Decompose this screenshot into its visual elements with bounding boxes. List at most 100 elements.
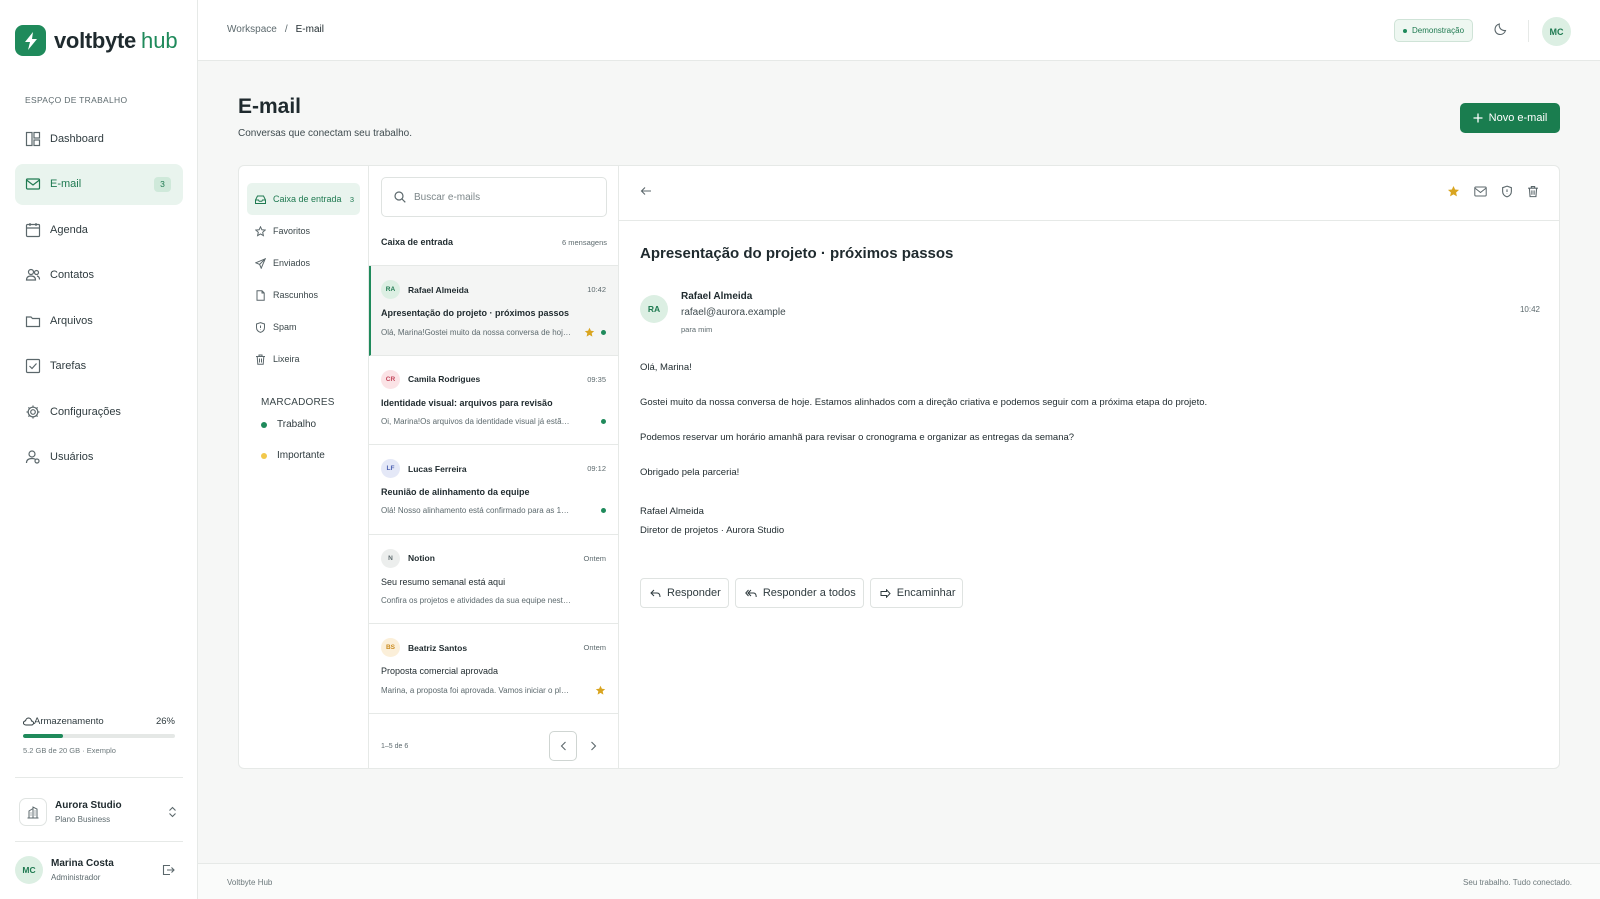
next-page-button[interactable]	[579, 731, 607, 761]
message-time: 10:42	[587, 285, 606, 294]
reply-actions: Responder Responder a todos Encaminhar	[640, 578, 964, 608]
star-icon[interactable]	[595, 685, 606, 696]
sidebar-item-dashboard[interactable]: Dashboard	[15, 118, 183, 159]
sidebar-item-label: E-mail	[50, 178, 82, 190]
search-icon	[394, 191, 406, 203]
list-header: Caixa de entrada 6 mensagens	[381, 237, 607, 247]
message-row[interactable]: N Notion Ontem Seu resumo semanal está aqui…	[369, 535, 618, 624]
sidebar-nav: Dashboard E-mail 3 Agenda Contatos Arqui…	[15, 118, 183, 482]
sidebar-item-label: Contatos	[50, 269, 95, 281]
footer: Voltbyte Hub Seu trabalho. Tudo conectad…	[198, 863, 1600, 899]
body-paragraph: Podemos reservar um horário amanhã para …	[640, 432, 1075, 443]
message-preview: Olá! Nosso alinhamento está confirmado p…	[381, 506, 573, 515]
sidebar-item-configuracoes[interactable]: Configurações	[15, 391, 183, 432]
sender-name: Camila Rodrigues	[408, 374, 481, 384]
unread-dot	[601, 508, 606, 513]
message-time: Ontem	[583, 643, 606, 652]
sidebar-item-usuarios[interactable]: Usuários	[15, 437, 183, 478]
label-trabalho[interactable]: Trabalho	[247, 410, 360, 439]
folder-rascunhos[interactable]: Rascunhos	[247, 279, 360, 311]
reply-all-button[interactable]: Responder a todos	[734, 578, 864, 608]
search-input[interactable]	[414, 191, 594, 203]
folder-enviados[interactable]: Enviados	[247, 247, 360, 279]
org-name: Aurora Studio	[55, 800, 122, 811]
brand-logo[interactable]: voltbyte hub	[15, 25, 178, 56]
forward-button[interactable]: Encaminhar	[869, 578, 964, 608]
prev-page-button[interactable]	[549, 731, 577, 761]
avatar: N	[381, 548, 400, 568]
reply-icon	[650, 589, 661, 598]
folder-label: Favoritos	[273, 226, 311, 236]
folder-lixeira[interactable]: Lixeira	[247, 343, 360, 375]
breadcrumb-workspace[interactable]: Workspace	[227, 24, 277, 35]
folder-label: Rascunhos	[273, 290, 319, 300]
moon-icon[interactable]	[1494, 22, 1508, 36]
message-row[interactable]: CR Camila Rodrigues 09:35 Identidade visual…	[369, 356, 618, 445]
org-switcher[interactable]: Aurora Studio Plano Business	[15, 792, 183, 832]
folder-spam[interactable]: Spam	[247, 311, 360, 343]
star-icon[interactable]	[1447, 185, 1460, 198]
message-list: Caixa de entrada 6 mensagens RA Rafael Al…	[369, 166, 619, 768]
message-row[interactable]: LF Lucas Ferreira 09:12 Reunião de alinhame…	[369, 445, 618, 535]
inbox-icon	[255, 194, 266, 205]
body-paragraph: Gostei muito da nossa conversa de hoje. …	[640, 397, 1208, 408]
user-profile[interactable]: MC Marina Costa Administrador	[15, 853, 183, 887]
folder-label: Spam	[273, 322, 297, 332]
sender-name: Beatriz Santos	[408, 642, 468, 653]
message-row[interactable]: RA Rafael Almeida 10:42 Apresentação do pro…	[369, 266, 618, 356]
message-subject: Apresentação do projeto · próximos passo…	[381, 308, 570, 318]
sender-email: rafael@aurora.example	[681, 307, 786, 318]
message-time: 09:12	[587, 464, 606, 473]
label-name: Importante	[277, 450, 325, 461]
search-box[interactable]	[381, 177, 607, 217]
reader-toolbar	[619, 166, 1559, 221]
mail-icon[interactable]	[1474, 186, 1487, 197]
sidebar-item-contatos[interactable]: Contatos	[15, 255, 183, 296]
sender-name: Rafael Almeida	[681, 291, 753, 302]
shield-icon[interactable]	[1501, 185, 1513, 198]
avatar: CR	[381, 369, 400, 389]
folder-count: 3	[349, 194, 354, 204]
signature-name: Rafael Almeida	[640, 506, 704, 517]
sidebar-item-arquivos[interactable]: Arquivos	[15, 300, 183, 341]
plus-icon	[1473, 113, 1483, 123]
label-name: Trabalho	[277, 419, 317, 430]
label-importante[interactable]: Importante	[247, 441, 360, 470]
storage-detail: 5.2 GB de 20 GB · Exemplo	[23, 746, 116, 755]
avatar[interactable]: MC	[1542, 17, 1571, 46]
sidebar-item-agenda[interactable]: Agenda	[15, 209, 183, 250]
bolt-icon	[15, 25, 46, 56]
reply-button[interactable]: Responder	[640, 578, 729, 608]
footer-tagline: Seu trabalho. Tudo conectado.	[1463, 878, 1572, 887]
reply-all-icon	[744, 589, 757, 598]
forward-icon	[880, 588, 891, 598]
back-arrow-icon[interactable]	[640, 186, 652, 196]
star-icon[interactable]	[584, 327, 595, 338]
contacts-icon	[25, 267, 41, 283]
avatar: RA	[381, 280, 400, 299]
sidebar: voltbyte hub ESPAÇO DE TRABALHO Dashboar…	[0, 0, 198, 899]
trash-icon[interactable]	[1527, 185, 1539, 198]
message-preview: Oi, Marina!Os arquivos da identidade vis…	[381, 416, 573, 426]
logout-icon[interactable]	[162, 864, 175, 876]
gear-icon	[25, 404, 41, 420]
folder-label: Enviados	[273, 258, 311, 268]
message-row[interactable]: BS Beatriz Santos Ontem Proposta comercial …	[369, 624, 618, 714]
new-email-button[interactable]: Novo e-mail	[1460, 103, 1560, 133]
folder-label: Lixeira	[273, 354, 300, 364]
message-preview: Confira os projetos e atividades da sua …	[381, 595, 573, 605]
topbar: Workspace / E-mail Demonstração MC	[198, 0, 1600, 61]
folder-inbox[interactable]: Caixa de entrada 3	[247, 183, 360, 215]
message-subject: Proposta comercial aprovada	[381, 666, 499, 676]
message-time: Ontem	[583, 553, 606, 563]
sender-name: Notion	[408, 553, 435, 563]
demo-badge-label: Demonstração	[1412, 26, 1465, 35]
brand-name: voltbyte	[54, 27, 136, 53]
reply-all-label: Responder a todos	[762, 587, 856, 599]
new-email-label: Novo e-mail	[1488, 112, 1548, 124]
sidebar-item-tarefas[interactable]: Tarefas	[15, 346, 183, 387]
message-time: 09:35	[587, 374, 606, 384]
pagination: 1–5 de 6	[381, 724, 607, 768]
folder-favoritos[interactable]: Favoritos	[247, 215, 360, 247]
sidebar-item-email[interactable]: E-mail 3	[15, 163, 183, 205]
